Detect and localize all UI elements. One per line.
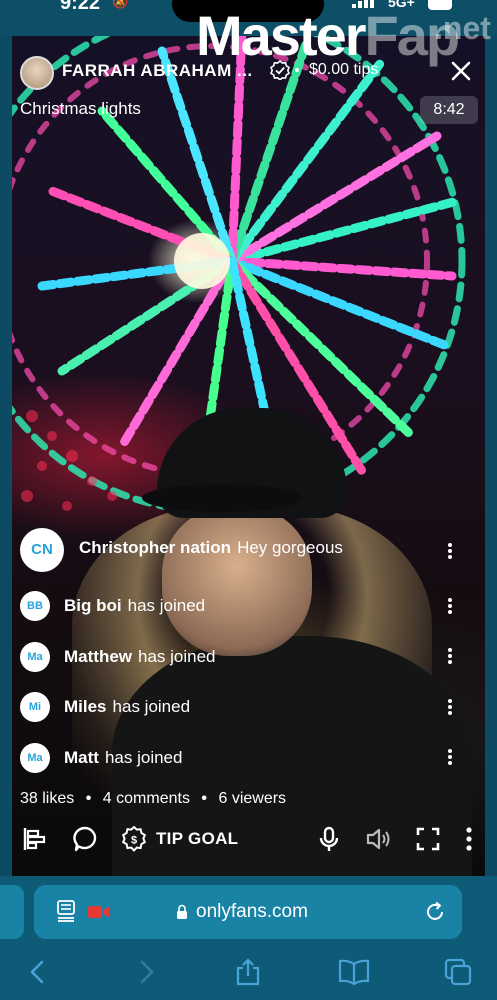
user-avatar[interactable]: BB [20, 591, 50, 621]
comments-label: comments [116, 790, 190, 807]
forward-arrow-icon[interactable] [132, 958, 160, 986]
stream-stats: 38 likes • 4 comments • 6 viewers [20, 790, 287, 807]
microphone-icon[interactable] [316, 826, 342, 852]
comment-more-icon[interactable] [445, 697, 455, 717]
comment-text: has joined [112, 697, 191, 716]
stream-timer: 8:42 [420, 96, 478, 124]
creator-name[interactable]: FARRAH ABRAHAM ... [62, 61, 253, 81]
verified-badge-icon [270, 60, 290, 80]
comment-item: Mi Miles has joined [20, 692, 191, 722]
comment-text: has joined [138, 647, 216, 666]
user-avatar[interactable]: CN [20, 528, 64, 572]
comment-item: CN Christopher nation Hey gorgeous [20, 528, 343, 572]
comment-username[interactable]: Matt [64, 748, 99, 767]
comment-text: Hey gorgeous [237, 538, 343, 557]
page-menu-icon[interactable] [56, 900, 76, 922]
comment-username[interactable]: Christopher nation [79, 538, 231, 557]
person-hat-brim [142, 484, 302, 512]
fullscreen-icon[interactable] [415, 826, 441, 852]
comment-bubble-icon[interactable] [72, 826, 98, 852]
comment-more-icon[interactable] [445, 541, 455, 561]
viewers-count: 6 [218, 790, 228, 807]
reload-icon[interactable] [424, 901, 446, 923]
user-avatar[interactable]: Ma [20, 743, 50, 773]
back-arrow-icon[interactable] [24, 958, 52, 986]
comment-username[interactable]: Miles [64, 697, 107, 716]
user-avatar[interactable]: Ma [20, 642, 50, 672]
likes-count: 38 [20, 790, 38, 807]
comment-item: Ma Matt has joined [20, 743, 183, 773]
svg-text:$: $ [131, 835, 137, 847]
share-icon[interactable] [234, 958, 262, 986]
more-options-icon[interactable] [458, 826, 480, 852]
tips-amount: $0.00 tips [309, 61, 379, 78]
previous-tab-preview[interactable] [0, 885, 24, 939]
comment-more-icon[interactable] [445, 596, 455, 616]
dot-separator-icon [295, 68, 299, 72]
comment-text: has joined [104, 748, 183, 767]
comment-text: has joined [127, 596, 206, 615]
comment-item: BB Big boi has joined [20, 591, 206, 621]
close-icon[interactable] [450, 60, 472, 82]
comments-count: 4 [102, 790, 112, 807]
user-avatar[interactable]: Mi [20, 692, 50, 722]
camera-recording-icon[interactable] [88, 905, 110, 919]
stream-title: Christmas lights [20, 99, 141, 118]
creator-avatar[interactable] [20, 56, 54, 90]
lock-icon [177, 904, 187, 919]
comment-username[interactable]: Big boi [64, 596, 122, 615]
likes-label: likes [42, 790, 75, 807]
tip-goal-button[interactable]: TIP GOAL [156, 829, 238, 849]
stream-tools-icon[interactable] [22, 826, 48, 852]
bookmarks-icon[interactable] [338, 958, 370, 986]
speaker-muted-icon[interactable] [365, 826, 391, 852]
tabs-icon[interactable] [444, 958, 472, 986]
bell-off-icon: 🔕 [112, 0, 129, 9]
person-face [162, 506, 312, 656]
comment-username[interactable]: Matthew [64, 647, 132, 666]
comment-item: Ma Matthew has joined [20, 642, 216, 672]
url-text[interactable]: onlyfans.com [196, 901, 308, 923]
watermark-logo: MasterFap .net [196, 4, 491, 67]
status-time: 9:22 [60, 0, 101, 14]
comment-more-icon[interactable] [445, 747, 455, 767]
comment-more-icon[interactable] [445, 646, 455, 666]
tip-goal-icon[interactable]: $ [120, 826, 148, 854]
viewers-label: viewers [231, 790, 287, 807]
